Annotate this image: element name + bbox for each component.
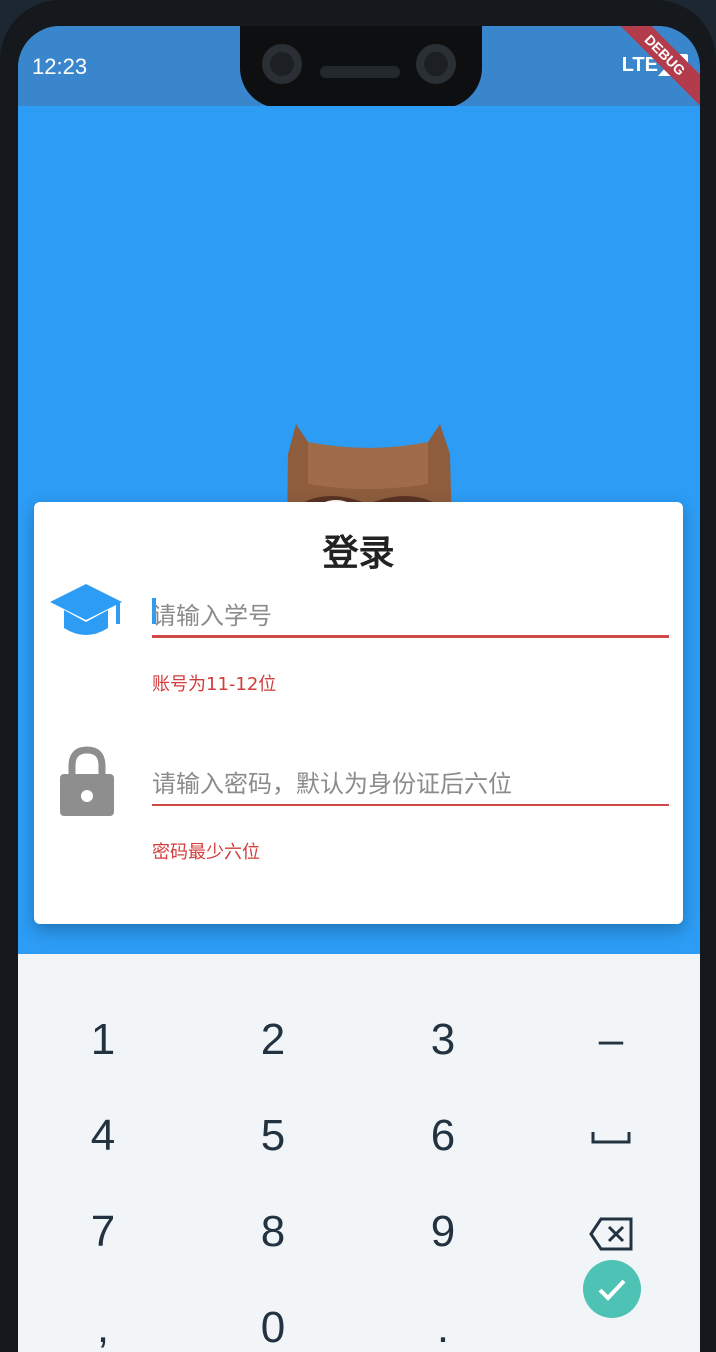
student-id-input[interactable]: 请输入学号	[152, 588, 669, 638]
key-minus[interactable]: –	[526, 992, 696, 1088]
key-7[interactable]: 7	[18, 1184, 188, 1280]
graduation-cap-icon	[50, 584, 122, 635]
key-4[interactable]: 4	[18, 1088, 188, 1184]
key-3[interactable]: 3	[358, 992, 528, 1088]
sensor-icon	[416, 44, 456, 84]
password-underline	[152, 804, 669, 806]
key-6[interactable]: 6	[358, 1088, 528, 1184]
backspace-icon	[589, 1217, 633, 1251]
app-screen: 12:23 LTE DEBUG 登录 请输入学号 账号为11-12位 请输入密码…	[18, 26, 700, 1352]
key-1[interactable]: 1	[18, 992, 188, 1088]
confirm-button[interactable]	[583, 1260, 641, 1318]
key-8[interactable]: 8	[188, 1184, 358, 1280]
login-card: 登录 请输入学号 账号为11-12位 请输入密码，默认为身份证后六位 密码最少六…	[34, 502, 683, 924]
password-error: 密码最少六位	[152, 842, 260, 863]
numeric-keypad: 1 2 3 – 4 5 6 7 8 9 , 0 .	[18, 954, 700, 1352]
key-5[interactable]: 5	[188, 1088, 358, 1184]
key-comma[interactable]: ,	[18, 1280, 188, 1352]
key-0[interactable]: 0	[188, 1280, 358, 1352]
password-input[interactable]: 请输入密码，默认为身份证后六位	[152, 756, 669, 806]
login-title: 登录	[322, 533, 395, 574]
student-id-error: 账号为11-12位	[152, 674, 277, 695]
key-2[interactable]: 2	[188, 992, 358, 1088]
space-bar-icon	[591, 1132, 631, 1144]
status-time: 12:23	[32, 54, 88, 79]
camera-icon	[262, 44, 302, 84]
student-id-placeholder: 请输入学号	[152, 602, 272, 630]
key-period[interactable]: .	[358, 1280, 528, 1352]
password-placeholder: 请输入密码，默认为身份证后六位	[152, 770, 512, 798]
camera-notch	[240, 26, 482, 108]
lock-icon	[60, 746, 114, 816]
student-id-underline	[152, 635, 669, 638]
key-space[interactable]	[526, 1088, 696, 1184]
key-9[interactable]: 9	[358, 1184, 528, 1280]
speaker-grille	[320, 66, 400, 78]
check-icon	[598, 1279, 626, 1301]
